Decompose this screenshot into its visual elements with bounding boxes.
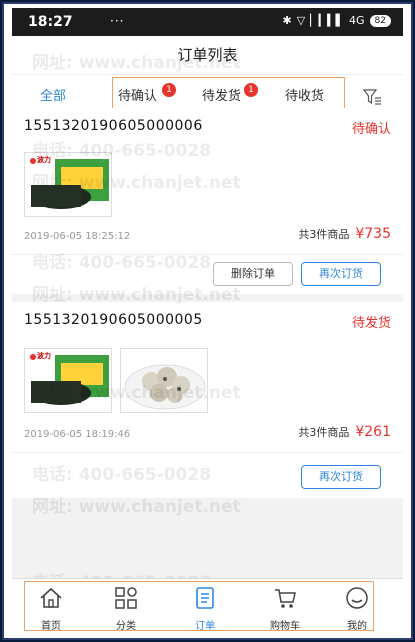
pending-confirm-badge: 1 [162,83,176,97]
product-thumbnail-seaweed[interactable]: 波力 [24,348,112,413]
product-brand-label: 波力 [37,352,51,360]
nav-orders[interactable]: 订单 [180,585,230,632]
order-card[interactable]: 1551320190605000006 待确认 波力 2019-06-05 18… [12,108,403,294]
nav-cart-label: 购物车 [270,621,300,632]
order-date: 2019-06-05 18:19:46 [24,429,131,440]
order-status: 待确认 [351,122,391,137]
reorder-button[interactable]: 再次订货 [301,465,381,489]
nav-category-label: 分类 [116,621,136,632]
order-date: 2019-06-05 18:25:12 [24,231,131,242]
status-right: ✱ ▽ ▏▎▍▌ 4G 82 [282,14,391,27]
bottom-nav: 首页 分类 订单 购物车 我的 [12,578,403,634]
item-count: 共3件商品 [298,228,350,241]
page-title: 订单列表 [177,46,238,64]
status-time: 18:27 [28,14,73,30]
signal-icon: ▏▎▍▌ [310,14,345,27]
nav-orders-label: 订单 [195,621,215,632]
nav-category[interactable]: 分类 [101,585,151,632]
pending-ship-badge: 1 [244,83,258,97]
bluetooth-icon: ✱ [282,14,292,27]
order-number: 1551320190605000005 [24,312,203,328]
card-divider [12,254,403,255]
product-thumbnail-seaweed[interactable]: 波力 [24,152,112,217]
page-header: 订单列表 [12,36,403,74]
battery-icon: 82 [369,14,391,27]
nav-profile[interactable]: 我的 [332,585,382,632]
order-summary: 共3件商品 ¥261 [298,424,391,440]
order-summary: 共3件商品 ¥735 [298,226,391,242]
order-card[interactable]: 1551320190605000005 待发货 波力 2019-06-05 18… [12,302,403,498]
card-divider [12,452,403,453]
profile-face-icon [346,587,368,609]
order-price: ¥735 [355,226,391,242]
filter-icon[interactable] [362,87,382,107]
orders-icon [196,587,214,609]
category-grid-icon [115,587,137,609]
product-thumbnail-snack[interactable] [120,348,208,413]
nav-home[interactable]: 首页 [26,585,76,632]
nav-cart[interactable]: 购物车 [260,585,310,632]
status-bar: 18:27 ··· ✱ ▽ ▏▎▍▌ 4G 82 [12,8,403,36]
product-brand-label: 波力 [37,156,51,164]
item-count: 共3件商品 [298,426,350,439]
wifi-icon: ▽ [296,14,306,27]
nav-home-label: 首页 [41,621,61,632]
network-label: 4G [349,14,365,27]
order-price: ¥261 [355,424,391,440]
nav-profile-label: 我的 [347,621,367,632]
reorder-button[interactable]: 再次订货 [301,262,381,286]
order-number: 1551320190605000006 [24,118,203,134]
notification-dots: ··· [110,14,125,28]
phone-screen: 18:27 ··· ✱ ▽ ▏▎▍▌ 4G 82 订单列表 全部 待确认 1 待… [12,8,403,634]
delete-order-button[interactable]: 删除订单 [213,262,293,286]
cart-icon [275,589,296,608]
home-icon [40,587,62,608]
order-status: 待发货 [351,316,391,331]
